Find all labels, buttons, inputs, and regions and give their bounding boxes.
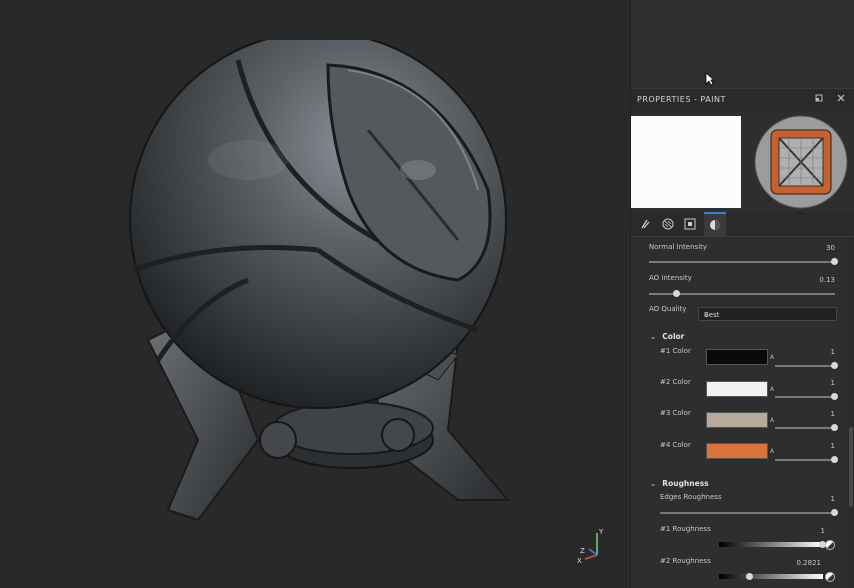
color-4-alpha-slider[interactable] bbox=[775, 459, 835, 461]
chevron-down-icon: ⌄ bbox=[704, 311, 710, 319]
color-2-alpha-value[interactable]: 1 bbox=[801, 379, 835, 387]
color-1-swatch[interactable] bbox=[706, 349, 768, 365]
tab-brush[interactable] bbox=[635, 212, 657, 236]
color-4-swatch[interactable] bbox=[706, 443, 768, 459]
stencil-icon bbox=[684, 215, 696, 234]
color-3-alpha-value[interactable]: 1 bbox=[801, 410, 835, 418]
color-section-header[interactable]: ⌄ Color bbox=[650, 332, 684, 341]
ao-intensity-label: AO intensity bbox=[649, 274, 692, 282]
mouse-cursor-icon bbox=[705, 72, 715, 86]
roughness-2-mode-icon[interactable] bbox=[825, 572, 835, 582]
color-2-alpha-label: A bbox=[770, 386, 775, 393]
float-window-icon[interactable] bbox=[814, 94, 824, 104]
roughness-1-label: #1 Roughness bbox=[660, 525, 711, 533]
properties-content: Normal Intensity 30 AO intensity 0.13 AO… bbox=[631, 237, 845, 588]
edges-roughness-label: Edges Roughness bbox=[660, 493, 722, 501]
alpha-icon bbox=[662, 215, 674, 234]
tab-alpha[interactable] bbox=[657, 212, 679, 236]
roughness-2-knob[interactable] bbox=[746, 573, 753, 580]
material-ball-render bbox=[129, 40, 511, 522]
color-section-title: Color bbox=[662, 332, 685, 341]
color-2-swatch[interactable] bbox=[706, 381, 768, 397]
ao-intensity-knob[interactable] bbox=[673, 290, 680, 297]
color-4-alpha-value[interactable]: 1 bbox=[801, 442, 835, 450]
color-1-alpha-knob[interactable] bbox=[831, 362, 838, 369]
ao-intensity-value[interactable]: 0.13 bbox=[801, 276, 835, 284]
close-icon[interactable] bbox=[836, 94, 846, 104]
roughness-section-title: Roughness bbox=[662, 479, 709, 488]
3d-viewport[interactable]: Y X Z bbox=[0, 0, 630, 588]
roughness-1-value[interactable]: 1 bbox=[791, 527, 825, 535]
panel-title: PROPERTIES - PAINT bbox=[637, 95, 726, 104]
brush-tool-icon bbox=[640, 215, 652, 234]
panel-scrollbar-thumb[interactable] bbox=[849, 427, 853, 507]
color-3-swatch[interactable] bbox=[706, 412, 768, 428]
ao-quality-label: AO Quality bbox=[649, 305, 687, 313]
material-preview[interactable] bbox=[753, 114, 849, 210]
panel-upper-area bbox=[631, 0, 854, 86]
axis-gizmo: Y X Z bbox=[577, 528, 604, 565]
tab-material[interactable] bbox=[704, 212, 726, 236]
normal-intensity-value[interactable]: 30 bbox=[801, 244, 835, 252]
axis-x-label: X bbox=[577, 557, 582, 565]
edges-roughness-knob[interactable] bbox=[831, 509, 838, 516]
roughness-2-label: #2 Roughness bbox=[660, 557, 711, 565]
roughness-section-header[interactable]: ⌄ Roughness bbox=[650, 479, 709, 488]
color-1-alpha-label: A bbox=[770, 354, 775, 361]
color-4-alpha-knob[interactable] bbox=[831, 456, 838, 463]
chevron-down-icon: ⌄ bbox=[650, 479, 657, 488]
color-2-alpha-slider[interactable] bbox=[775, 396, 835, 398]
panel-tabs bbox=[631, 212, 854, 237]
properties-panel: PROPERTIES - PAINT Normal Intensity 30 A… bbox=[630, 0, 854, 588]
edges-roughness-slider[interactable] bbox=[660, 512, 835, 514]
color-3-alpha-knob[interactable] bbox=[831, 424, 838, 431]
roughness-2-value[interactable]: 0.2821 bbox=[787, 559, 822, 567]
panel-header: PROPERTIES - PAINT bbox=[631, 88, 854, 111]
color-4-label: #4 Color bbox=[660, 441, 691, 449]
color-1-alpha-slider[interactable] bbox=[775, 365, 835, 367]
color-2-alpha-knob[interactable] bbox=[831, 393, 838, 400]
color-1-alpha-value[interactable]: 1 bbox=[801, 348, 835, 356]
roughness-1-mode-icon[interactable] bbox=[825, 540, 835, 550]
color-2-label: #2 Color bbox=[660, 378, 691, 386]
material-icon bbox=[709, 216, 721, 235]
normal-intensity-slider[interactable] bbox=[649, 261, 835, 263]
color-1-label: #1 Color bbox=[660, 347, 691, 355]
preview-area bbox=[631, 114, 854, 210]
chevron-down-icon: ⌄ bbox=[650, 332, 657, 341]
edges-roughness-value[interactable]: 1 bbox=[801, 495, 835, 503]
roughness-2-slider[interactable] bbox=[719, 574, 823, 579]
ao-quality-select[interactable]: Best ⌄ bbox=[698, 307, 837, 321]
color-3-alpha-slider[interactable] bbox=[775, 427, 835, 429]
tab-stencil[interactable] bbox=[679, 212, 701, 236]
color-3-alpha-label: A bbox=[770, 417, 775, 424]
panel-scrollbar[interactable] bbox=[848, 237, 854, 588]
mask-preview[interactable] bbox=[631, 116, 741, 208]
color-3-label: #3 Color bbox=[660, 409, 691, 417]
color-4-alpha-label: A bbox=[770, 448, 775, 455]
normal-intensity-label: Normal Intensity bbox=[649, 243, 708, 251]
roughness-1-slider[interactable] bbox=[719, 542, 823, 547]
axis-z-label: Z bbox=[580, 547, 585, 555]
axis-y-label: Y bbox=[598, 528, 604, 536]
normal-intensity-knob[interactable] bbox=[831, 258, 838, 265]
